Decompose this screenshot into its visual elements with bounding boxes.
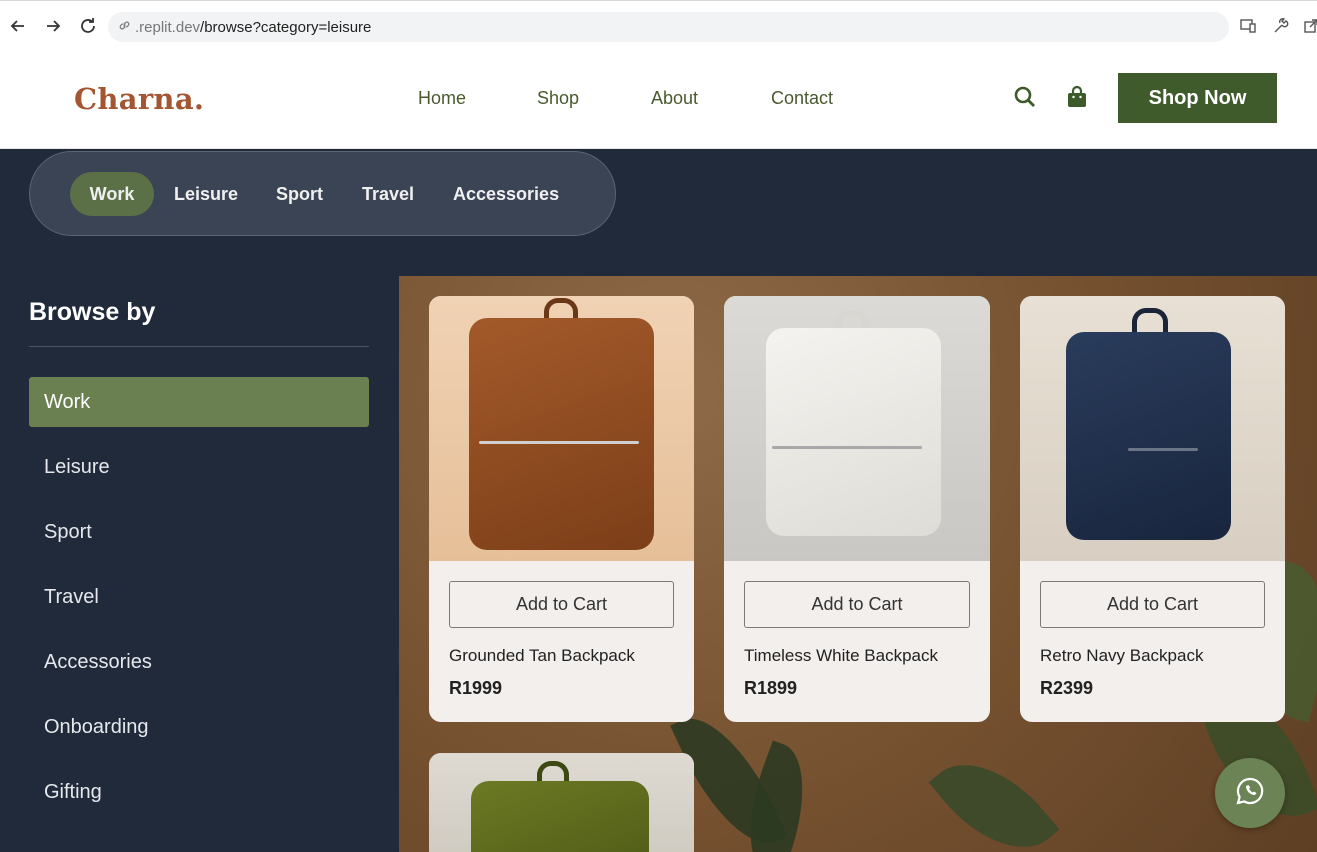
- sidebar-item-gifting[interactable]: Gifting: [29, 767, 369, 817]
- bag-body: [469, 318, 654, 550]
- pill-accessories[interactable]: Accessories: [433, 172, 579, 216]
- product-card[interactable]: [429, 753, 694, 852]
- nav-link-about[interactable]: About: [651, 88, 698, 109]
- category-pill-bar: Work Leisure Sport Travel Accessories: [29, 151, 616, 236]
- pill-sport[interactable]: Sport: [256, 172, 343, 216]
- add-to-cart-button[interactable]: Add to Cart: [449, 581, 674, 628]
- devices-icon[interactable]: [1238, 16, 1258, 36]
- sidebar-item-travel[interactable]: Travel: [29, 572, 369, 622]
- nav-link-shop[interactable]: Shop: [537, 88, 579, 109]
- site-logo[interactable]: Charna.: [74, 82, 204, 116]
- product-name[interactable]: Retro Navy Backpack: [1040, 646, 1203, 666]
- sidebar-item-accessories[interactable]: Accessories: [29, 637, 369, 687]
- bag-body: [1066, 332, 1231, 540]
- sidebar-item-leisure[interactable]: Leisure: [29, 442, 369, 492]
- product-price: R1999: [449, 678, 503, 698]
- product-image[interactable]: [429, 296, 694, 561]
- pill-leisure[interactable]: Leisure: [154, 172, 258, 216]
- sidebar-item-sport[interactable]: Sport: [29, 507, 369, 557]
- bag-zipper: [772, 446, 922, 449]
- browser-toolbar: .replit.dev/browse?category=leisure: [0, 0, 1317, 50]
- bag-zipper: [479, 441, 639, 444]
- bag-body: [471, 781, 649, 852]
- site-header: Charna. Home Shop About Contact Shop Now: [0, 50, 1317, 149]
- nav-link-contact[interactable]: Contact: [771, 88, 833, 109]
- product-price: R2399: [1040, 678, 1094, 698]
- sidebar-item-onboarding[interactable]: Onboarding: [29, 702, 369, 752]
- url-path: /browse?category=leisure: [200, 18, 372, 36]
- add-to-cart-button[interactable]: Add to Cart: [1040, 581, 1265, 628]
- wrench-icon[interactable]: [1271, 16, 1291, 36]
- bag-zipper: [1128, 448, 1198, 451]
- whatsapp-button[interactable]: [1215, 758, 1285, 828]
- sidebar-item-work[interactable]: Work: [29, 377, 369, 427]
- shop-now-button[interactable]: Shop Now: [1118, 73, 1277, 123]
- back-arrow-icon[interactable]: [7, 15, 29, 37]
- product-image[interactable]: [1020, 296, 1285, 561]
- address-bar[interactable]: .replit.dev/browse?category=leisure: [108, 12, 1229, 42]
- add-to-cart-button[interactable]: Add to Cart: [744, 581, 970, 628]
- product-name[interactable]: Timeless White Backpack: [744, 646, 938, 666]
- url-host: .replit.dev: [135, 18, 201, 36]
- reload-icon[interactable]: [77, 15, 99, 37]
- pill-work[interactable]: Work: [70, 172, 154, 216]
- product-card[interactable]: Add to Cart Retro Navy Backpack R2399: [1020, 296, 1285, 722]
- bag-body: [766, 328, 941, 536]
- product-image[interactable]: [724, 296, 990, 561]
- product-name[interactable]: Grounded Tan Backpack: [449, 646, 635, 666]
- whatsapp-icon: [1235, 776, 1265, 811]
- forward-arrow-icon[interactable]: [42, 15, 64, 37]
- pill-travel[interactable]: Travel: [342, 172, 434, 216]
- product-card[interactable]: Add to Cart Grounded Tan Backpack R1999: [429, 296, 694, 722]
- browse-by-title: Browse by: [29, 298, 156, 326]
- link-icon: [118, 19, 131, 36]
- shopping-bag-icon[interactable]: [1064, 84, 1090, 110]
- search-icon[interactable]: [1012, 84, 1038, 110]
- divider: [29, 346, 369, 347]
- product-price: R1899: [744, 678, 798, 698]
- open-external-icon[interactable]: [1301, 16, 1317, 36]
- product-image[interactable]: [429, 753, 694, 852]
- product-card[interactable]: Add to Cart Timeless White Backpack R189…: [724, 296, 990, 722]
- nav-link-home[interactable]: Home: [418, 88, 466, 109]
